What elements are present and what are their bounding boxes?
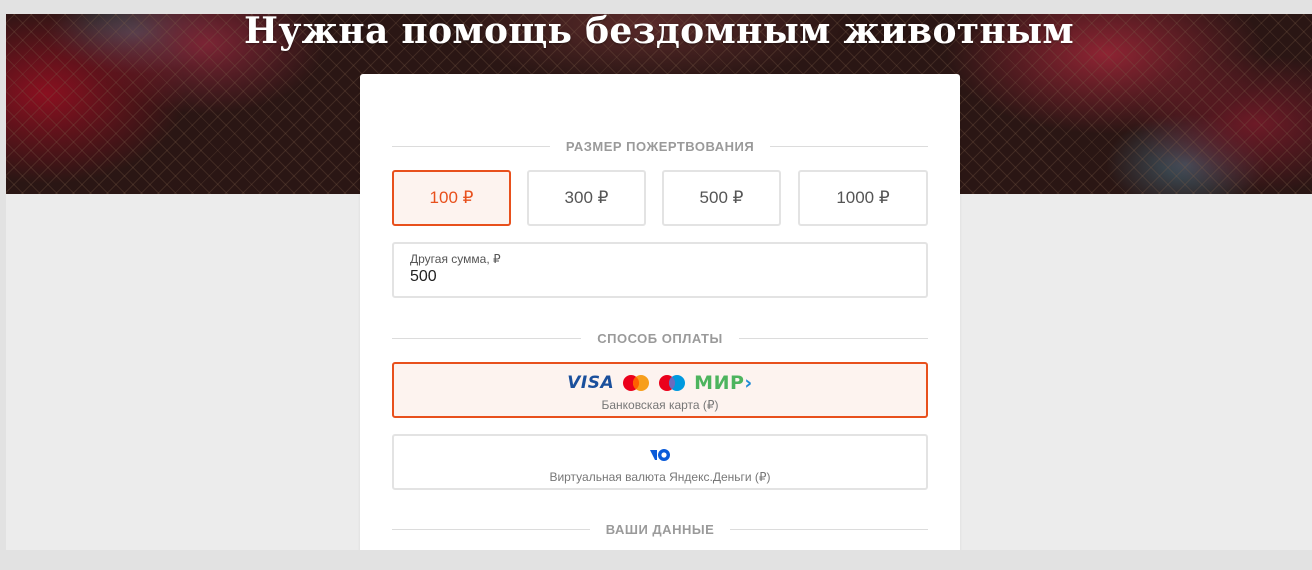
section-payment-method: СПОСОБ ОПЛАТЫ xyxy=(392,330,928,346)
section-title-payment-method: СПОСОБ ОПЛАТЫ xyxy=(597,330,723,346)
bank-card-caption: Банковская карта (₽) xyxy=(601,398,719,412)
other-amount-field[interactable]: Другая сумма, ₽ xyxy=(392,242,928,298)
maestro-icon xyxy=(659,375,686,391)
payment-option-yandex-money[interactable]: Виртуальная валюта Яндекс.Деньги (₽) xyxy=(392,434,928,490)
other-amount-input[interactable] xyxy=(410,268,910,286)
divider xyxy=(392,528,590,530)
divider xyxy=(738,337,928,339)
card-logos: VISA МИР› xyxy=(394,372,926,394)
section-donation-size: РАЗМЕР ПОЖЕРТВОВАНИЯ xyxy=(392,138,928,154)
payment-option-bank-card[interactable]: VISA МИР› Банковская карта (₽) xyxy=(392,362,928,418)
page-title: Нужна помощь бездомным животным xyxy=(244,14,1074,52)
mastercard-icon xyxy=(623,375,650,391)
yandex-logos xyxy=(394,444,926,466)
amount-300-button[interactable]: 300 ₽ xyxy=(527,170,646,226)
divider xyxy=(730,528,929,530)
page: Нужна помощь бездомным животным РАЗМЕР П… xyxy=(6,14,1312,550)
donation-form: РАЗМЕР ПОЖЕРТВОВАНИЯ 100 ₽ 300 ₽ 500 ₽ 1… xyxy=(360,74,960,550)
other-amount-label: Другая сумма, ₽ xyxy=(410,252,501,266)
section-your-data: ВАШИ ДАННЫЕ xyxy=(392,521,929,537)
section-title-your-data: ВАШИ ДАННЫЕ xyxy=(605,521,715,537)
divider xyxy=(770,145,928,147)
section-title-donation-size: РАЗМЕР ПОЖЕРТВОВАНИЯ xyxy=(565,138,755,154)
yandex-money-icon xyxy=(650,449,670,461)
amount-500-button[interactable]: 500 ₽ xyxy=(662,170,781,226)
visa-icon: VISA xyxy=(567,373,615,393)
amount-1000-button[interactable]: 1000 ₽ xyxy=(798,170,928,226)
mir-icon: МИР› xyxy=(694,372,753,394)
divider xyxy=(392,145,550,147)
yandex-money-caption: Виртуальная валюта Яндекс.Деньги (₽) xyxy=(549,470,771,484)
divider xyxy=(392,337,582,339)
amount-100-button[interactable]: 100 ₽ xyxy=(392,170,511,226)
mir-label: МИР xyxy=(694,372,745,394)
